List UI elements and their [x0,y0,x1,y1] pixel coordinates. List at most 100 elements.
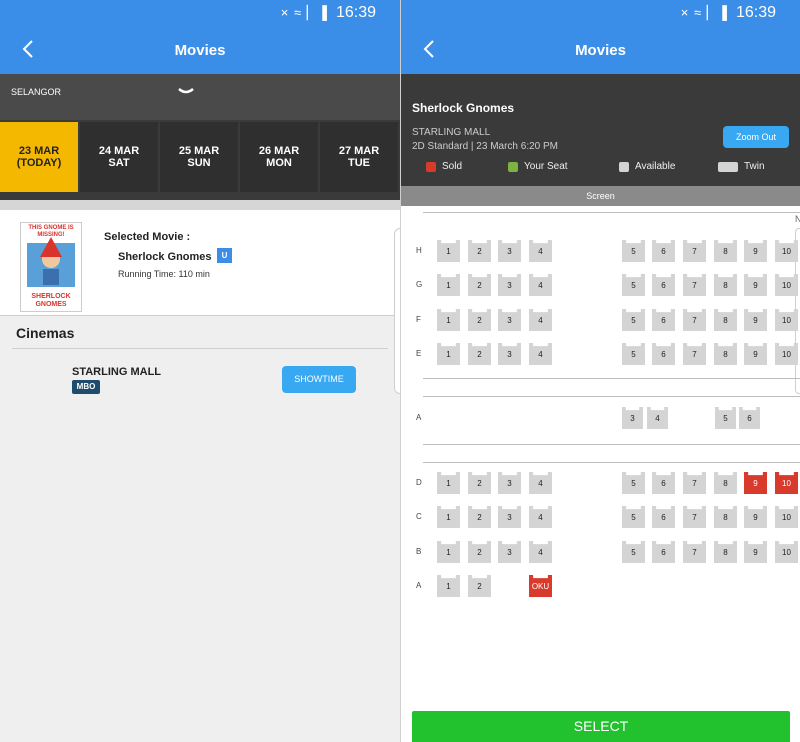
seat-a-4[interactable]: 4 [647,407,668,429]
seat-b-4[interactable]: 4 [529,541,552,563]
date-label: 23 MAR [18,145,60,157]
seat-h-8[interactable]: 8 [714,240,737,262]
date-tab-27-mar[interactable]: 27 MAR TUE [320,122,398,192]
seat-g-1[interactable]: 1 [437,274,460,296]
seat-e-6[interactable]: 6 [652,343,675,365]
seat-f-6[interactable]: 6 [652,309,675,331]
region-selector[interactable]: SELANGOR [0,74,400,120]
seat-a-oku[interactable]: OKU [529,575,552,597]
seat-a-5[interactable]: 5 [715,407,736,429]
legend-label: Available [635,161,676,172]
movie-name: Sherlock Gnomes [118,251,212,263]
seat-c-4[interactable]: 4 [529,506,552,528]
date-selector: 23 MAR (TODAY) 24 MAR SAT 25 MAR SUN 26 MAR… [0,120,400,200]
seat-h-10[interactable]: 10 [775,240,798,262]
seat-f-4[interactable]: 4 [529,309,552,331]
seat-f-2[interactable]: 2 [468,309,491,331]
back-arrow-icon[interactable] [18,36,42,62]
seat-b-1[interactable]: 1 [437,541,460,563]
seat-e-2[interactable]: 2 [468,343,491,365]
seat-f-7[interactable]: 7 [683,309,706,331]
seat-g-6[interactable]: 6 [652,274,675,296]
seat-f-5[interactable]: 5 [622,309,645,331]
showtime-button[interactable]: SHOWTIME [282,366,356,393]
seat-g-4[interactable]: 4 [529,274,552,296]
seat-f-1[interactable]: 1 [437,309,460,331]
seat-g-2[interactable]: 2 [468,274,491,296]
seat-a-6[interactable]: 6 [739,407,760,429]
seat-c-3[interactable]: 3 [498,506,521,528]
seat-e-1[interactable]: 1 [437,343,460,365]
seat-e-10[interactable]: 10 [775,343,798,365]
seat-b-3[interactable]: 3 [498,541,521,563]
seat-b-5[interactable]: 5 [622,541,645,563]
seat-e-3[interactable]: 3 [498,343,521,365]
seat-d-9[interactable]: 9 [744,472,767,494]
seat-d-3[interactable]: 3 [498,472,521,494]
status-icons: × ≈ ▏▐ [280,5,328,20]
seat-g-10[interactable]: 10 [775,274,798,296]
seat-g-8[interactable]: 8 [714,274,737,296]
seat-c-5[interactable]: 5 [622,506,645,528]
seat-g-3[interactable]: 3 [498,274,521,296]
seat-g-9[interactable]: 9 [744,274,767,296]
date-tab-26-mar[interactable]: 26 MAR MON [240,122,318,192]
seat-d-1[interactable]: 1 [437,472,460,494]
seat-e-9[interactable]: 9 [744,343,767,365]
seat-e-8[interactable]: 8 [714,343,737,365]
seat-e-7[interactable]: 7 [683,343,706,365]
seat-f-10[interactable]: 10 [775,309,798,331]
seat-h-3[interactable]: 3 [498,240,521,262]
seat-c-8[interactable]: 8 [714,506,737,528]
seat-d-4[interactable]: 4 [529,472,552,494]
cinema-brand-badge: MBO [72,380,100,394]
seat-c-9[interactable]: 9 [744,506,767,528]
showtime-info: Sherlock Gnomes STARLING MALL 2D Standar… [401,74,800,186]
seat-d-10[interactable]: 10 [775,472,798,494]
seat-b-10[interactable]: 10 [775,541,798,563]
seat-b-8[interactable]: 8 [714,541,737,563]
seat-d-2[interactable]: 2 [468,472,491,494]
seat-g-5[interactable]: 5 [622,274,645,296]
date-tab-24-mar[interactable]: 24 MAR SAT [80,122,158,192]
chevron-down-icon[interactable] [176,84,196,98]
seat-h-1[interactable]: 1 [437,240,460,262]
seat-f-8[interactable]: 8 [714,309,737,331]
seat-h-2[interactable]: 2 [468,240,491,262]
seat-d-7[interactable]: 7 [683,472,706,494]
legend-available: Available [619,161,675,172]
seat-g-7[interactable]: 7 [683,274,706,296]
select-button[interactable]: SELECT [412,711,790,742]
seat-b-7[interactable]: 7 [683,541,706,563]
seat-b-6[interactable]: 6 [652,541,675,563]
seat-b-2[interactable]: 2 [468,541,491,563]
seat-d-8[interactable]: 8 [714,472,737,494]
seat-h-7[interactable]: 7 [683,240,706,262]
seat-c-7[interactable]: 7 [683,506,706,528]
date-sublabel: MON [266,157,292,169]
back-arrow-icon[interactable] [419,36,443,62]
seat-c-2[interactable]: 2 [468,506,491,528]
seat-b-9[interactable]: 9 [744,541,767,563]
seat-a-3[interactable]: 3 [622,407,643,429]
cinema-name: STARLING MALL [72,366,162,378]
seat-a-2[interactable]: 2 [468,575,491,597]
seat-e-5[interactable]: 5 [622,343,645,365]
seat-h-9[interactable]: 9 [744,240,767,262]
seat-h-5[interactable]: 5 [622,240,645,262]
seat-e-4[interactable]: 4 [529,343,552,365]
seat-c-6[interactable]: 6 [652,506,675,528]
seat-f-9[interactable]: 9 [744,309,767,331]
row-label: A [416,413,422,422]
seat-c-10[interactable]: 10 [775,506,798,528]
date-tab-23-mar[interactable]: 23 MAR (TODAY) [0,122,78,192]
seat-f-3[interactable]: 3 [498,309,521,331]
seat-c-1[interactable]: 1 [437,506,460,528]
seat-h-6[interactable]: 6 [652,240,675,262]
zoom-out-button[interactable]: Zoom Out [723,126,789,148]
date-tab-25-mar[interactable]: 25 MAR SUN [160,122,238,192]
seat-h-4[interactable]: 4 [529,240,552,262]
seat-d-5[interactable]: 5 [622,472,645,494]
seat-a-1[interactable]: 1 [437,575,460,597]
seat-d-6[interactable]: 6 [652,472,675,494]
